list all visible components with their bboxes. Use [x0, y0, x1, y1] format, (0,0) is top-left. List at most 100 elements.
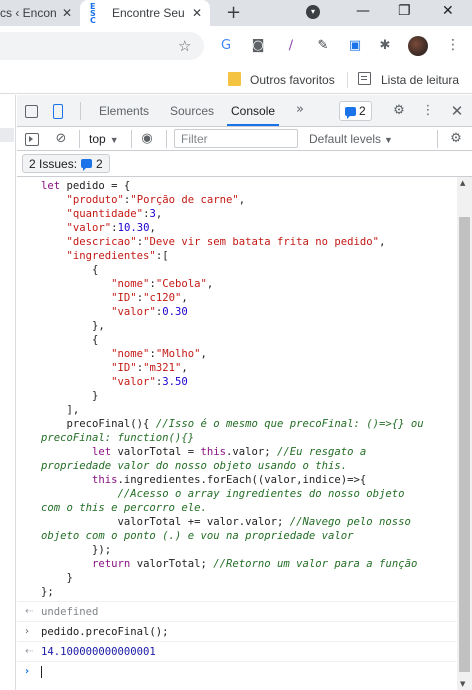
text-cursor: [41, 666, 42, 678]
code-token: let: [92, 446, 118, 458]
live-expression-eye-icon[interactable]: ◉: [139, 131, 155, 147]
code-line: "ingredientes":[: [41, 249, 457, 263]
device-toolbar-icon[interactable]: [53, 104, 63, 119]
console-settings-gear-icon[interactable]: ⚙: [448, 131, 464, 147]
show-sidebar-icon[interactable]: [25, 133, 39, 146]
eyedropper-icon[interactable]: ✎: [315, 38, 331, 54]
caret-down-icon: ▼: [384, 135, 393, 145]
window-close-button[interactable]: ✕: [442, 3, 454, 19]
camera-icon[interactable]: ◙: [250, 38, 266, 54]
code-token: //Eu resgato a: [277, 446, 367, 458]
code-token: {: [41, 264, 99, 276]
settings-gear-icon[interactable]: ⚙: [391, 103, 407, 119]
pen-icon[interactable]: ∕: [283, 38, 299, 54]
browser-tab[interactable]: cs ‹ Encon ✕: [0, 0, 78, 26]
bookmark-other-favorites[interactable]: Outros favoritos: [250, 73, 335, 87]
code-line: "nome":"Molho",: [41, 347, 457, 361]
page-content-strip: [0, 95, 16, 690]
code-line: {: [41, 263, 457, 277]
code-line: valorTotal += valor.valor; //Navego pelo…: [41, 515, 457, 529]
code-line: {: [41, 333, 457, 347]
message-icon: [345, 106, 356, 119]
minimize-button[interactable]: —: [356, 3, 370, 19]
translate-icon[interactable]: G: [218, 38, 234, 54]
code-token: "descricao": [66, 236, 137, 248]
code-line: let pedido = {: [41, 179, 457, 193]
browser-tab-active[interactable]: ESC Encontre Seu ✕: [80, 0, 210, 26]
issues-bar: 2 Issues: 2: [17, 151, 472, 177]
console-output[interactable]: let pedido = { "produto":"Porção de carn…: [17, 177, 457, 690]
close-devtools-icon[interactable]: ✕: [449, 103, 465, 119]
code-token: ,: [181, 292, 188, 304]
scrollbar-thumb[interactable]: [459, 217, 470, 672]
restore-button[interactable]: ❐: [398, 3, 411, 19]
tab-sources[interactable]: Sources: [170, 95, 214, 126]
code-token: return: [92, 558, 137, 570]
extensions-puzzle-icon[interactable]: ✱: [377, 38, 393, 54]
browser-menu-icon[interactable]: ⋮: [446, 37, 460, 53]
bookmarks-bar: Outros favoritos Lista de leitura: [0, 66, 472, 94]
code-token: ,: [379, 236, 386, 248]
scroll-up-icon[interactable]: ▲: [460, 179, 465, 187]
new-tab-button[interactable]: +: [226, 2, 241, 23]
code-token: com o this e percorro ele.: [41, 502, 207, 514]
prompt-arrow-icon: ›: [25, 666, 30, 677]
inspect-element-icon[interactable]: [25, 105, 38, 118]
code-token: });: [41, 544, 112, 556]
code-token: ],: [41, 404, 80, 416]
code-line: "valor":3.50: [41, 375, 457, 389]
code-token: "Molho": [155, 348, 201, 360]
clear-console-icon[interactable]: ⊘: [53, 131, 69, 147]
code-token: .ingredientes.forEach((valor,indice)=>{: [117, 474, 367, 486]
code-token: ,: [181, 362, 188, 374]
page-fragment: [0, 128, 14, 142]
scroll-down-icon[interactable]: ▼: [460, 680, 465, 688]
address-bar[interactable]: [0, 32, 204, 60]
code-line: propriedade valor do nosso objeto usando…: [41, 459, 457, 473]
more-tabs-button[interactable]: »: [296, 102, 304, 117]
close-icon[interactable]: ✕: [192, 6, 202, 20]
code-line: };: [41, 585, 457, 599]
code-token: ,: [200, 348, 207, 360]
result-text: undefined: [41, 606, 99, 618]
tab-elements[interactable]: Elements: [99, 95, 149, 126]
tab-search-icon[interactable]: ▾: [306, 5, 320, 19]
divider: [79, 130, 80, 148]
code-token: "valor": [66, 222, 112, 234]
avatar[interactable]: [408, 36, 428, 56]
bookmark-star-icon[interactable]: ☆: [178, 37, 191, 55]
divider: [80, 102, 81, 120]
console-prompt[interactable]: ›: [17, 661, 457, 681]
tab-console[interactable]: Console: [227, 95, 280, 126]
code-token: "c120": [143, 292, 182, 304]
close-icon[interactable]: ✕: [62, 6, 72, 20]
message-icon: [81, 159, 93, 171]
code-token: "valor": [111, 306, 156, 318]
code-line: }: [41, 571, 457, 585]
console-scrollbar[interactable]: ▲ ▼: [457, 177, 472, 690]
bookmark-reading-list[interactable]: Lista de leitura: [381, 73, 459, 87]
customize-menu-icon[interactable]: ⋮: [420, 103, 436, 119]
console-toolbar: ⊘ top▼ ◉ Default levels▼ ⚙: [17, 127, 472, 151]
code-token: "nome": [111, 348, 150, 360]
extension-box-icon[interactable]: ▣: [347, 38, 363, 54]
console-result-number: ⇠ 14.100000000000001: [17, 641, 457, 661]
issues-button[interactable]: 2 Issues: 2: [22, 154, 110, 173]
input-arrow-icon: ›: [25, 626, 29, 637]
devtools-tabbar: Elements Sources Console » 2 ⚙ ⋮ ✕: [17, 95, 472, 127]
context-selector[interactable]: top ▼: [89, 132, 119, 146]
code-line: "nome":"Cebola",: [41, 277, 457, 291]
code-line: });: [41, 543, 457, 557]
reading-list-icon: [358, 72, 371, 85]
code-line: "ID":"c120",: [41, 291, 457, 305]
code-token: ,: [155, 208, 163, 220]
issues-badge[interactable]: 2: [339, 101, 372, 121]
log-levels-dropdown[interactable]: Default levels ▼: [309, 132, 393, 146]
code-line: },: [41, 319, 457, 333]
filter-input[interactable]: [174, 129, 298, 148]
